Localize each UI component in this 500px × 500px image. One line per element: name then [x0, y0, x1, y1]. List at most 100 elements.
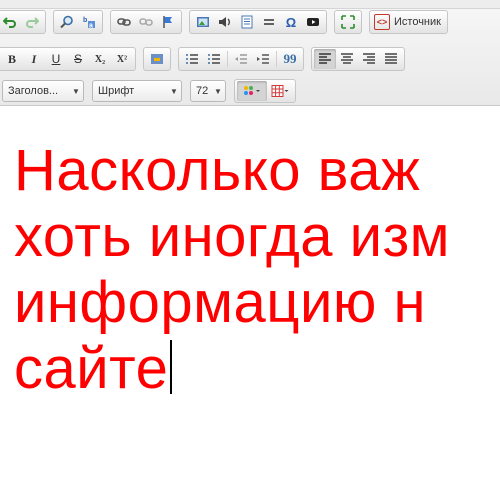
font-combo-value: Шрифт	[98, 85, 135, 97]
text-caret	[170, 340, 173, 394]
italic-button[interactable]: I	[23, 49, 45, 69]
align-left-button[interactable]	[314, 49, 336, 69]
redo-icon	[26, 17, 39, 28]
find-group: ba	[53, 10, 103, 34]
subscript-button[interactable]: X₂	[89, 49, 111, 69]
separator	[227, 51, 228, 67]
replace-button[interactable]: ba	[78, 12, 100, 32]
align-right-button[interactable]	[358, 49, 380, 69]
maximize-icon	[341, 15, 355, 29]
editor-content-area[interactable]: Насколько важ хоть иногда изм информацию…	[0, 106, 500, 500]
size-combo-value: 72	[196, 85, 209, 97]
undo-icon	[3, 17, 16, 28]
table-grid-button[interactable]	[267, 81, 293, 101]
font-combo[interactable]: Шрифт ▼	[92, 80, 182, 102]
source-button-label: Источник	[394, 16, 441, 28]
undo-button[interactable]	[0, 12, 21, 32]
numbered-list-button[interactable]	[181, 49, 203, 69]
align-right-icon	[363, 53, 375, 64]
flag-icon	[163, 16, 172, 28]
text-line: хоть иногда изм	[14, 204, 451, 269]
undo-redo-group	[0, 10, 46, 34]
text-line-last: сайте	[14, 336, 500, 402]
justify-button[interactable]	[380, 49, 402, 69]
text-line: информацию н	[14, 270, 427, 335]
find-button[interactable]	[56, 12, 78, 32]
toolbar-row-3: Заголов... ▼ Шрифт ▼ 72 ▼	[0, 78, 303, 104]
strike-button[interactable]: S	[67, 49, 89, 69]
search-icon	[60, 15, 73, 29]
separator	[276, 51, 277, 67]
alignment-group	[311, 47, 405, 71]
table-button[interactable]	[236, 12, 258, 32]
image-button[interactable]	[192, 12, 214, 32]
outdent-icon	[235, 54, 247, 64]
redo-button[interactable]	[21, 12, 43, 32]
table-grid-icon	[271, 85, 289, 97]
size-combo[interactable]: 72 ▼	[190, 80, 226, 102]
svg-text:a: a	[89, 23, 93, 30]
bulleted-list-icon	[208, 54, 220, 64]
bold-icon: B	[7, 51, 16, 66]
align-center-icon	[341, 53, 353, 64]
unlink-button[interactable]	[135, 12, 157, 32]
underline-icon: U	[51, 52, 61, 66]
color-group	[234, 79, 296, 103]
quote-icon: 99	[283, 51, 297, 66]
chevron-down-icon: ▼	[72, 86, 80, 96]
unlink-icon	[139, 18, 153, 26]
remove-format-icon	[151, 54, 163, 64]
text-line: Насколько важ	[14, 138, 421, 203]
indent-button[interactable]	[252, 49, 274, 69]
horizontal-rule-button[interactable]	[258, 12, 280, 32]
text-color-button[interactable]	[237, 81, 267, 101]
insert-group: Ω	[189, 10, 327, 34]
source-code-icon: <>	[374, 14, 390, 30]
svg-text:b: b	[83, 17, 87, 24]
remove-format-group	[143, 47, 171, 71]
special-char-button[interactable]: Ω	[280, 12, 302, 32]
format-combo-value: Заголов...	[8, 85, 59, 97]
indent-icon	[257, 54, 269, 64]
format-combo[interactable]: Заголов... ▼	[2, 80, 84, 102]
align-justify-icon	[385, 53, 397, 64]
audio-button[interactable]	[214, 12, 236, 32]
chevron-down-icon: ▼	[214, 86, 222, 96]
remove-format-button[interactable]	[146, 49, 168, 69]
align-center-button[interactable]	[336, 49, 358, 69]
video-button[interactable]	[302, 12, 324, 32]
youtube-icon	[307, 18, 319, 26]
anchor-button[interactable]	[157, 12, 179, 32]
bold-button[interactable]: B	[1, 49, 23, 69]
palette-icon	[244, 86, 260, 95]
blockquote-button[interactable]: 99	[279, 49, 301, 69]
superscript-icon: X²	[116, 53, 128, 65]
bulleted-list-button[interactable]	[203, 49, 225, 69]
text-line: сайте	[14, 336, 169, 401]
toolbar-row-2: B I U S X₂ X² 99	[0, 46, 412, 72]
editor-toolbar: ba Ω <> Источник B I U S X₂ X² 99 Заголо…	[0, 0, 500, 106]
outdent-button[interactable]	[230, 49, 252, 69]
align-left-icon	[319, 53, 331, 64]
list-indent-group: 99	[178, 47, 304, 71]
replace-icon: ba	[83, 17, 95, 30]
strikethrough-icon: S	[73, 52, 82, 66]
horizontal-rule-icon	[264, 19, 274, 25]
toolbar-row-1: ba Ω <> Источник	[0, 9, 448, 35]
link-button[interactable]	[113, 12, 135, 32]
underline-button[interactable]: U	[45, 49, 67, 69]
text-style-group: B I U S X₂ X²	[0, 47, 136, 71]
numbered-list-icon	[186, 54, 198, 64]
source-button[interactable]: <> Источник	[369, 10, 448, 34]
editor-text[interactable]: Насколько важ хоть иногда изм информацию…	[14, 138, 500, 402]
image-icon	[197, 17, 209, 27]
superscript-button[interactable]: X²	[111, 49, 133, 69]
subscript-icon: X₂	[94, 53, 106, 65]
chevron-down-icon: ▼	[170, 86, 178, 96]
maximize-button[interactable]	[337, 12, 359, 32]
link-group	[110, 10, 182, 34]
maximize-group	[334, 10, 362, 34]
omega-icon: Ω	[285, 14, 297, 30]
speaker-icon	[219, 17, 230, 27]
italic-icon: I	[31, 51, 37, 66]
